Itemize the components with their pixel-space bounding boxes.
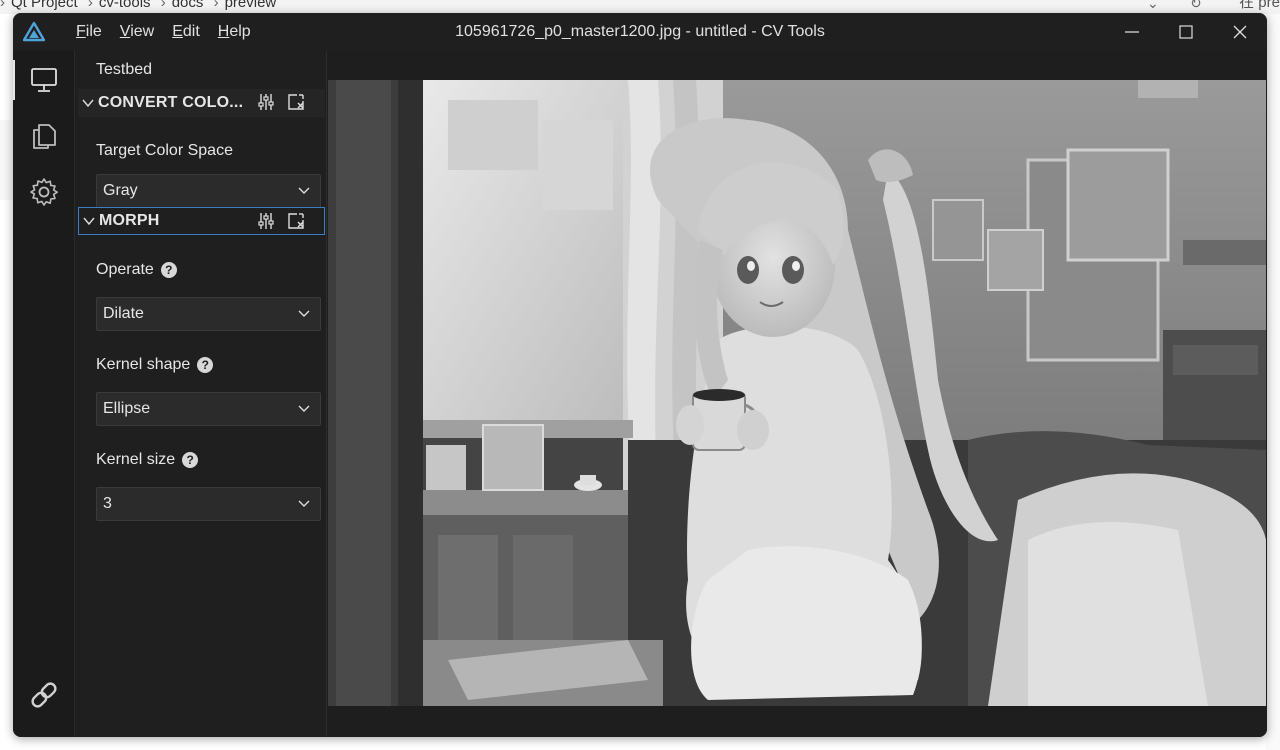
remove-icon xyxy=(288,213,304,229)
close-icon xyxy=(1233,25,1247,39)
field-label-text: Kernel shape xyxy=(96,356,191,373)
menu-file[interactable]: File xyxy=(67,22,111,42)
crumb[interactable]: Qt Project xyxy=(11,0,78,11)
canvas-top-strip xyxy=(328,51,1267,80)
chevron-down-icon xyxy=(79,216,99,226)
kernel-shape-select[interactable]: Ellipse xyxy=(96,392,321,426)
background-search-text[interactable]: 在 pre xyxy=(1239,0,1280,10)
help-icon[interactable]: ? xyxy=(197,357,214,373)
panel-title: Testbed xyxy=(96,61,153,78)
close-button[interactable] xyxy=(1213,13,1267,51)
grayscale-illustration xyxy=(328,80,1266,706)
chevron-down-icon xyxy=(298,187,310,194)
activity-bar xyxy=(13,51,75,737)
title-bar[interactable]: File View Edit Help 105961726_p0_master1… xyxy=(13,13,1267,51)
refresh-icon[interactable]: ↻ xyxy=(1190,0,1202,10)
remove-icon xyxy=(288,94,304,110)
gear-icon xyxy=(30,178,58,206)
background-explorer-bar: › Qt Project › cv-tools › docs › preview ⌄ ↻… xyxy=(0,0,1280,14)
image-canvas[interactable] xyxy=(328,51,1267,737)
preview-image[interactable] xyxy=(328,80,1266,706)
kernel-shape-label: Kernel shape ? xyxy=(96,356,214,374)
chevron-down-icon xyxy=(298,405,310,412)
minimize-button[interactable] xyxy=(1105,13,1159,51)
select-value: Gray xyxy=(103,182,138,199)
select-value: 3 xyxy=(103,495,112,512)
chevron-down-icon xyxy=(298,310,310,317)
adjust-button[interactable] xyxy=(255,211,277,231)
maximize-button[interactable] xyxy=(1159,13,1213,51)
adjust-button[interactable] xyxy=(255,92,277,112)
help-icon[interactable]: ? xyxy=(160,262,177,278)
target-color-space-label: Target Color Space xyxy=(96,142,233,160)
field-label-text: Target Color Space xyxy=(96,142,233,159)
crumb[interactable]: cv-tools xyxy=(99,0,151,11)
window-controls xyxy=(1105,13,1267,51)
copy-icon xyxy=(33,124,56,149)
operate-label: Operate ? xyxy=(96,261,177,279)
menu-view[interactable]: View xyxy=(111,22,163,42)
sliders-icon xyxy=(258,94,274,110)
chevron-down-icon xyxy=(78,98,98,108)
section-header-convert-color[interactable]: CONVERT COLO... xyxy=(78,89,325,117)
sliders-icon xyxy=(258,213,274,229)
background-breadcrumb: › Qt Project › cv-tools › docs › preview xyxy=(0,0,282,10)
background-edge xyxy=(1266,14,1280,750)
section-title: CONVERT COLO... xyxy=(98,94,244,111)
field-label-text: Operate xyxy=(96,261,154,278)
menu-bar: File View Edit Help xyxy=(67,22,260,42)
section-header-morph[interactable]: MORPH xyxy=(78,207,325,235)
crumb[interactable]: docs xyxy=(172,0,204,11)
app-logo-icon xyxy=(23,21,45,42)
app-window: File View Edit Help 105961726_p0_master1… xyxy=(13,13,1267,737)
select-value: Ellipse xyxy=(103,400,151,417)
select-value: Dilate xyxy=(103,305,144,322)
section-title: MORPH xyxy=(99,212,160,229)
activity-settings-button[interactable] xyxy=(13,166,75,218)
activity-link-button[interactable] xyxy=(13,669,75,721)
activity-explorer-button[interactable] xyxy=(13,110,75,162)
testbed-panel: Testbed CONVERT COLO... Target Color Spa… xyxy=(76,51,327,737)
minimize-icon xyxy=(1125,31,1139,33)
menu-help[interactable]: Help xyxy=(209,22,260,42)
menu-edit[interactable]: Edit xyxy=(163,22,209,42)
kernel-size-label: Kernel size ? xyxy=(96,451,199,469)
operate-select[interactable]: Dilate xyxy=(96,297,321,331)
monitor-icon xyxy=(31,68,57,92)
maximize-icon xyxy=(1179,25,1193,39)
chevron-down-icon xyxy=(298,500,310,507)
chevron-down-icon[interactable]: ⌄ xyxy=(1147,0,1159,10)
field-label-text: Kernel size xyxy=(96,451,176,468)
kernel-size-select[interactable]: 3 xyxy=(96,487,321,521)
activity-testbed-button[interactable] xyxy=(13,54,75,106)
target-color-space-select[interactable]: Gray xyxy=(96,174,321,208)
remove-section-button[interactable] xyxy=(285,211,307,231)
remove-section-button[interactable] xyxy=(285,92,307,112)
background-edge xyxy=(0,120,14,200)
link-icon xyxy=(31,682,57,708)
crumb[interactable]: preview xyxy=(225,0,277,11)
help-icon[interactable]: ? xyxy=(182,452,199,468)
